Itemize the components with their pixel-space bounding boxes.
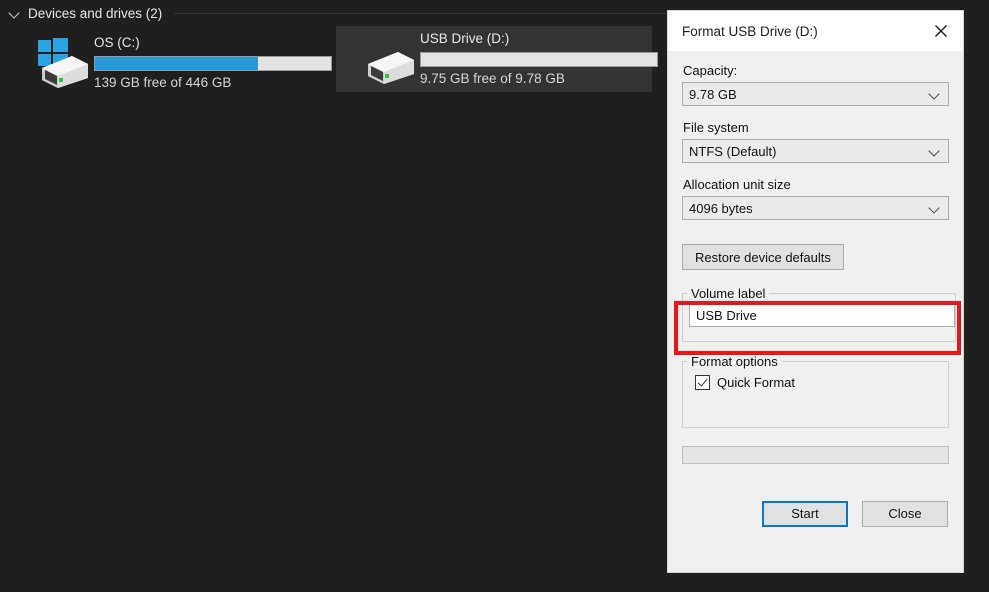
drive-free-space-text: 9.75 GB free of 9.78 GB	[420, 71, 565, 86]
chevron-down-icon[interactable]	[8, 6, 22, 20]
volume-label-group: Volume label	[682, 286, 956, 342]
group-header-label: Devices and drives (2)	[28, 5, 163, 21]
volume-label-legend: Volume label	[691, 286, 766, 301]
hard-drive-windows-icon	[38, 38, 88, 88]
drive-tile-usb-d[interactable]: USB Drive (D:) 9.75 GB free of 9.78 GB	[336, 26, 658, 92]
dialog-title-bar: Format USB Drive (D:)	[668, 11, 963, 51]
allocation-unit-size-dropdown[interactable]: 4096 bytes	[682, 196, 949, 220]
close-icon	[934, 25, 947, 37]
close-button[interactable]	[918, 11, 963, 51]
drive-name: OS (C:)	[94, 35, 140, 50]
chevron-down-icon	[930, 147, 940, 157]
capacity-dropdown[interactable]: 9.78 GB	[682, 82, 949, 106]
quick-format-row[interactable]: Quick Format	[695, 375, 948, 390]
drive-tile-os-c[interactable]: OS (C:) 139 GB free of 446 GB	[10, 30, 332, 96]
file-system-value: NTFS (Default)	[689, 143, 777, 159]
drive-name: USB Drive (D:)	[420, 31, 510, 46]
allocation-unit-size-label: Allocation unit size	[683, 177, 791, 192]
dialog-button-row: Start Close	[682, 501, 949, 527]
dialog-close-button[interactable]: Close	[862, 501, 948, 527]
quick-format-label: Quick Format	[717, 375, 796, 390]
file-system-dropdown[interactable]: NTFS (Default)	[682, 139, 949, 163]
chevron-down-icon	[930, 204, 940, 214]
drive-free-space-text: 139 GB free of 446 GB	[94, 75, 232, 90]
capacity-label: Capacity:	[683, 63, 738, 78]
dialog-body: Capacity: 9.78 GB File system NTFS (Defa…	[668, 51, 963, 527]
dialog-title: Format USB Drive (D:)	[682, 23, 818, 39]
format-options-legend: Format options	[691, 354, 778, 369]
usb-hard-drive-icon	[368, 52, 414, 84]
capacity-value: 9.78 GB	[689, 86, 737, 102]
quick-format-checkbox[interactable]	[695, 375, 710, 390]
format-progress-bar	[682, 446, 949, 464]
file-system-label: File system	[683, 120, 749, 135]
drive-capacity-bar	[94, 56, 332, 71]
drive-capacity-bar	[420, 52, 658, 67]
drive-info-os-c: OS (C:) 139 GB free of 446 GB	[94, 34, 332, 92]
volume-label-input[interactable]	[689, 303, 955, 327]
format-usb-drive-dialog: Format USB Drive (D:) Capacity: 9.78 GB …	[668, 11, 963, 572]
allocation-unit-size-value: 4096 bytes	[689, 200, 753, 216]
start-button[interactable]: Start	[762, 501, 848, 527]
restore-device-defaults-button[interactable]: Restore device defaults	[682, 244, 844, 270]
chevron-down-icon	[930, 90, 940, 100]
drive-capacity-bar-fill	[95, 57, 258, 70]
drive-info-usb-d: USB Drive (D:) 9.75 GB free of 9.78 GB	[420, 30, 658, 88]
format-options-group: Format options Quick Format	[682, 354, 949, 428]
